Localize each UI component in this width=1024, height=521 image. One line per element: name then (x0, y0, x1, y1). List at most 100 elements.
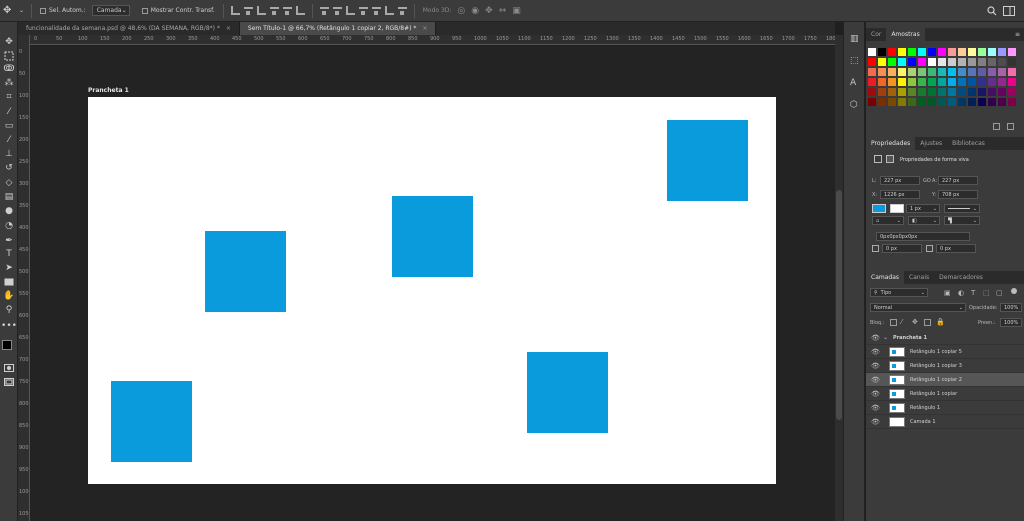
color-swatch[interactable] (988, 48, 996, 56)
eye-icon[interactable]: 👁 (871, 390, 880, 398)
color-swatch[interactable] (958, 98, 966, 106)
mask-icon[interactable] (886, 155, 894, 163)
color-swatch[interactable] (968, 98, 976, 106)
color-swatch[interactable] (998, 98, 1006, 106)
stroke-corners-dropdown[interactable]: ▜ ⌄ (944, 216, 980, 225)
lock-artboard-icon[interactable] (924, 319, 931, 326)
quick-mask-icon[interactable] (3, 362, 15, 374)
color-swatch[interactable] (918, 48, 926, 56)
color-swatch[interactable] (968, 78, 976, 86)
crop-tool-icon[interactable]: ⌗ (3, 91, 15, 103)
fill-field[interactable]: 100% (1000, 318, 1022, 327)
eye-icon[interactable]: 👁 (871, 376, 880, 384)
color-swatch[interactable] (958, 68, 966, 76)
color-swatch[interactable] (988, 68, 996, 76)
clone-stamp-tool-icon[interactable]: ⊥ (3, 148, 15, 160)
filter-toggle-icon[interactable] (1011, 288, 1017, 294)
width-field[interactable]: 227 px (880, 176, 920, 185)
color-swatch[interactable] (948, 58, 956, 66)
close-icon[interactable]: × (422, 25, 427, 32)
stroke-caps-dropdown[interactable]: ◧ ⌄ (908, 216, 940, 225)
color-swatch[interactable] (988, 78, 996, 86)
color-swatch[interactable] (868, 68, 876, 76)
color-swatch[interactable] (898, 68, 906, 76)
orbit-3d-icon[interactable]: ◎ (454, 4, 468, 18)
color-swatch[interactable] (938, 88, 946, 96)
opacity-field[interactable]: 100% (1000, 303, 1022, 312)
rectangle-shape-1[interactable] (111, 381, 192, 462)
trash-icon[interactable] (1007, 123, 1014, 130)
align-left-icon[interactable] (269, 6, 279, 15)
move-tool-icon[interactable]: ✥ (0, 4, 16, 18)
color-swatch[interactable] (868, 98, 876, 106)
artboard[interactable] (88, 97, 776, 484)
stroke-type-dropdown[interactable]: ⌄ (944, 204, 980, 213)
distribute-top-icon[interactable] (319, 6, 329, 15)
eye-icon[interactable]: 👁 (871, 404, 880, 412)
corner-link-icon[interactable] (926, 245, 933, 252)
screen-mode-icon[interactable] (3, 376, 15, 388)
color-swatch[interactable] (968, 88, 976, 96)
stroke-color-swatch[interactable] (890, 204, 904, 213)
color-swatch[interactable] (938, 78, 946, 86)
color-swatch[interactable] (878, 68, 886, 76)
path-selection-tool-icon[interactable]: ➤ (3, 262, 15, 274)
color-swatch[interactable] (958, 58, 966, 66)
color-swatch[interactable] (908, 48, 916, 56)
tab-amostras[interactable]: Amostras (886, 28, 925, 41)
layer-row[interactable]: 👁 Retângulo 1 copiar 3 (866, 359, 1024, 373)
stroke-align-dropdown[interactable]: ▫ ⌄ (872, 216, 904, 225)
color-swatch[interactable] (878, 98, 886, 106)
scrollbar-thumb[interactable] (836, 190, 842, 420)
color-swatch[interactable] (908, 58, 916, 66)
blur-tool-icon[interactable]: ● (3, 205, 15, 217)
color-swatch[interactable] (938, 98, 946, 106)
tool-preset-dropdown[interactable]: ⌄ (16, 4, 26, 18)
new-swatch-icon[interactable] (993, 123, 1000, 130)
rectangle-shape-copy[interactable] (205, 231, 286, 312)
color-swatch[interactable] (978, 48, 986, 56)
color-swatch[interactable] (888, 58, 896, 66)
color-swatch[interactable] (928, 78, 936, 86)
eye-icon[interactable]: 👁 (871, 418, 880, 426)
workspace-icon[interactable] (1000, 4, 1018, 18)
transform-controls-checkbox[interactable]: Mostrar Contr. Transf. (139, 4, 218, 18)
tab-canais[interactable]: Canais (904, 271, 934, 284)
color-swatch[interactable] (928, 68, 936, 76)
color-swatch[interactable] (1008, 58, 1016, 66)
marquee-tool-icon[interactable] (3, 50, 15, 62)
filter-pixel-icon[interactable]: ▣ (944, 289, 951, 297)
gradient-tool-icon[interactable]: ▤ (3, 191, 15, 203)
color-swatch[interactable] (1008, 98, 1016, 106)
color-swatch[interactable] (918, 78, 926, 86)
color-swatch[interactable] (968, 58, 976, 66)
paths-panel-icon[interactable]: ⬚ (850, 56, 860, 66)
filter-type-icon[interactable]: T (971, 289, 975, 297)
rectangle-tool-icon[interactable] (3, 276, 15, 288)
color-swatch[interactable] (1008, 48, 1016, 56)
healing-brush-tool-icon[interactable]: ▭ (3, 120, 15, 132)
blend-mode-dropdown[interactable]: Normal ⌄ (870, 303, 966, 312)
tab-ajustes[interactable]: Ajustes (915, 137, 947, 150)
color-swatch[interactable] (878, 88, 886, 96)
dodge-tool-icon[interactable]: ◔ (3, 220, 15, 232)
color-swatch[interactable] (998, 78, 1006, 86)
distribute-left-icon[interactable] (358, 6, 368, 15)
color-swatch[interactable] (888, 48, 896, 56)
color-swatch[interactable] (918, 88, 926, 96)
lock-all-icon[interactable]: 🔒 (936, 318, 945, 326)
layer-row[interactable]: 👁 Retângulo 1 copiar 5 (866, 345, 1024, 359)
color-swatch[interactable] (958, 88, 966, 96)
history-panel-icon[interactable]: ▥ (850, 34, 860, 44)
corner-a-field[interactable]: 0 px (882, 244, 922, 253)
roll-3d-icon[interactable]: ◉ (468, 4, 482, 18)
foreground-color-swatch[interactable] (2, 340, 12, 350)
color-swatch[interactable] (998, 48, 1006, 56)
color-swatch[interactable] (1008, 68, 1016, 76)
link-dimensions-icon[interactable]: GO (923, 178, 931, 184)
magic-wand-tool-icon[interactable]: ⁂ (3, 77, 15, 89)
align-horizontal-center-icon[interactable] (282, 6, 292, 15)
stroke-width-field[interactable]: 1 px ⌄ (906, 204, 940, 213)
color-swatch[interactable] (928, 48, 936, 56)
artboard-label[interactable]: Prancheta 1 (88, 87, 129, 94)
